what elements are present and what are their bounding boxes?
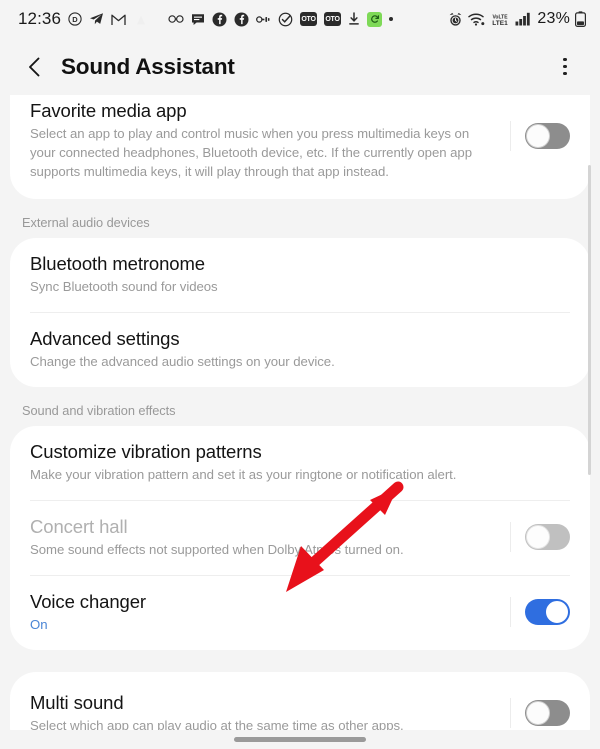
overflow-dot-icon	[389, 17, 394, 21]
list-item-customize-vibration-patterns[interactable]: Customize vibration patterns Make your v…	[10, 426, 590, 500]
signal-bars-icon	[515, 12, 532, 26]
toggle-concert-hall[interactable]	[525, 524, 570, 551]
more-dot-1	[563, 57, 567, 62]
circled-d-icon: D	[68, 12, 82, 26]
toggle-wrap	[494, 698, 570, 729]
battery-percent-label: 23%	[537, 10, 570, 27]
row-subtitle: Sync Bluetooth sound for videos	[30, 279, 218, 295]
list-item-concert-hall[interactable]: Concert hall Some sound effects not supp…	[10, 501, 590, 575]
gmail-icon	[111, 13, 126, 26]
cloud-icon	[133, 14, 149, 25]
phone-screen: 12:36 D OTO OTO VoLTE LTE1 23% Sound Ass…	[0, 0, 600, 749]
back-button[interactable]	[18, 50, 52, 84]
volte-icon: VoLTE LTE1	[490, 12, 510, 27]
vertical-scrollbar[interactable]	[588, 165, 591, 475]
row-title: Bluetooth metronome	[30, 253, 205, 275]
toggle-wrap	[494, 121, 570, 151]
row-status-label: On	[30, 616, 48, 632]
toggle-divider	[510, 698, 511, 729]
battery-icon	[575, 11, 586, 27]
page-title: Sound Assistant	[61, 53, 235, 79]
row-title: Concert hall	[30, 515, 128, 537]
section-header-external-audio-devices: External audio devices	[22, 215, 150, 231]
toggle-knob	[526, 701, 550, 726]
row-texts: Multi sound Select which app can play au…	[30, 691, 494, 736]
row-texts: Advanced settings Change the advanced au…	[30, 327, 570, 372]
check-circle-icon	[278, 12, 293, 27]
chat-bubble-icon	[191, 13, 205, 26]
toggle-multi-sound[interactable]	[525, 700, 570, 727]
toggle-wrap	[494, 522, 570, 553]
row-title: Favorite media app	[30, 100, 187, 121]
glasses-icon	[168, 14, 184, 24]
alarm-icon	[448, 12, 463, 27]
toggle-knob	[526, 124, 550, 148]
gesture-handle[interactable]	[234, 737, 366, 742]
facebook-icon-2	[234, 12, 249, 27]
settings-card-external-audio: Bluetooth metronome Sync Bluetooth sound…	[10, 238, 590, 388]
row-texts: Voice changer On	[30, 590, 494, 635]
oto-badge-2: OTO	[324, 12, 342, 26]
toggle-divider	[510, 522, 511, 553]
green-app-icon	[367, 11, 383, 27]
toggle-wrap	[494, 597, 570, 628]
section-header-sound-and-vibration-effects: Sound and vibration effects	[22, 403, 176, 419]
settings-card-sound-vibration: Customize vibration patterns Make your v…	[10, 426, 590, 650]
navigation-gesture-bar[interactable]	[0, 730, 600, 749]
toggle-favorite-media-app[interactable]	[525, 123, 570, 149]
toggle-knob	[545, 600, 569, 625]
list-item-bluetooth-metronome[interactable]: Bluetooth metronome Sync Bluetooth sound…	[10, 238, 590, 312]
status-bar-clock: 12:36	[18, 9, 62, 28]
list-item-voice-changer[interactable]: Voice changer On	[10, 576, 590, 650]
download-icon	[348, 12, 360, 26]
status-bar: 12:36 D OTO OTO VoLTE LTE1 23%	[0, 0, 600, 38]
wifi-icon	[468, 12, 485, 26]
row-title: Advanced settings	[30, 328, 180, 350]
telegram-icon	[89, 12, 104, 26]
row-texts: Concert hall Some sound effects not supp…	[30, 515, 494, 560]
row-title: Customize vibration patterns	[30, 441, 262, 463]
row-subtitle: Change the advanced audio settings on yo…	[30, 354, 335, 370]
list-item-advanced-settings[interactable]: Advanced settings Change the advanced au…	[10, 313, 590, 387]
status-bar-right: VoLTE LTE1 23%	[448, 10, 586, 28]
more-dot-3	[563, 71, 567, 76]
more-dot-2	[563, 64, 567, 69]
row-title: Multi sound	[30, 691, 124, 713]
settings-card-favorite-media: Favorite media app Select an app to play…	[10, 95, 590, 200]
row-subtitle: Some sound effects not supported when Do…	[30, 542, 404, 558]
svg-text:D: D	[72, 15, 78, 24]
toggle-knob	[526, 525, 550, 550]
row-subtitle: Select an app to play and control music …	[30, 126, 472, 179]
facebook-icon	[212, 12, 227, 27]
row-texts: Customize vibration patterns Make your v…	[30, 440, 570, 485]
toggle-divider	[510, 597, 511, 628]
toggle-divider	[510, 121, 511, 151]
settings-scroll-area[interactable]: Favorite media app Select an app to play…	[0, 95, 600, 749]
row-title: Voice changer	[30, 590, 146, 612]
row-texts: Bluetooth metronome Sync Bluetooth sound…	[30, 252, 570, 297]
status-bar-left: 12:36 D OTO OTO	[18, 9, 394, 29]
link-icon	[256, 15, 271, 24]
oto-badge-1: OTO	[300, 12, 318, 26]
more-options-button[interactable]	[550, 50, 580, 84]
svg-text:LTE1: LTE1	[493, 20, 509, 27]
list-item-favorite-media-app[interactable]: Favorite media app Select an app to play…	[10, 95, 590, 199]
row-subtitle: Make your vibration pattern and set it a…	[30, 467, 457, 483]
app-bar: Sound Assistant	[0, 38, 600, 95]
toggle-voice-changer[interactable]	[525, 599, 570, 626]
row-texts: Favorite media app Select an app to play…	[30, 99, 494, 181]
